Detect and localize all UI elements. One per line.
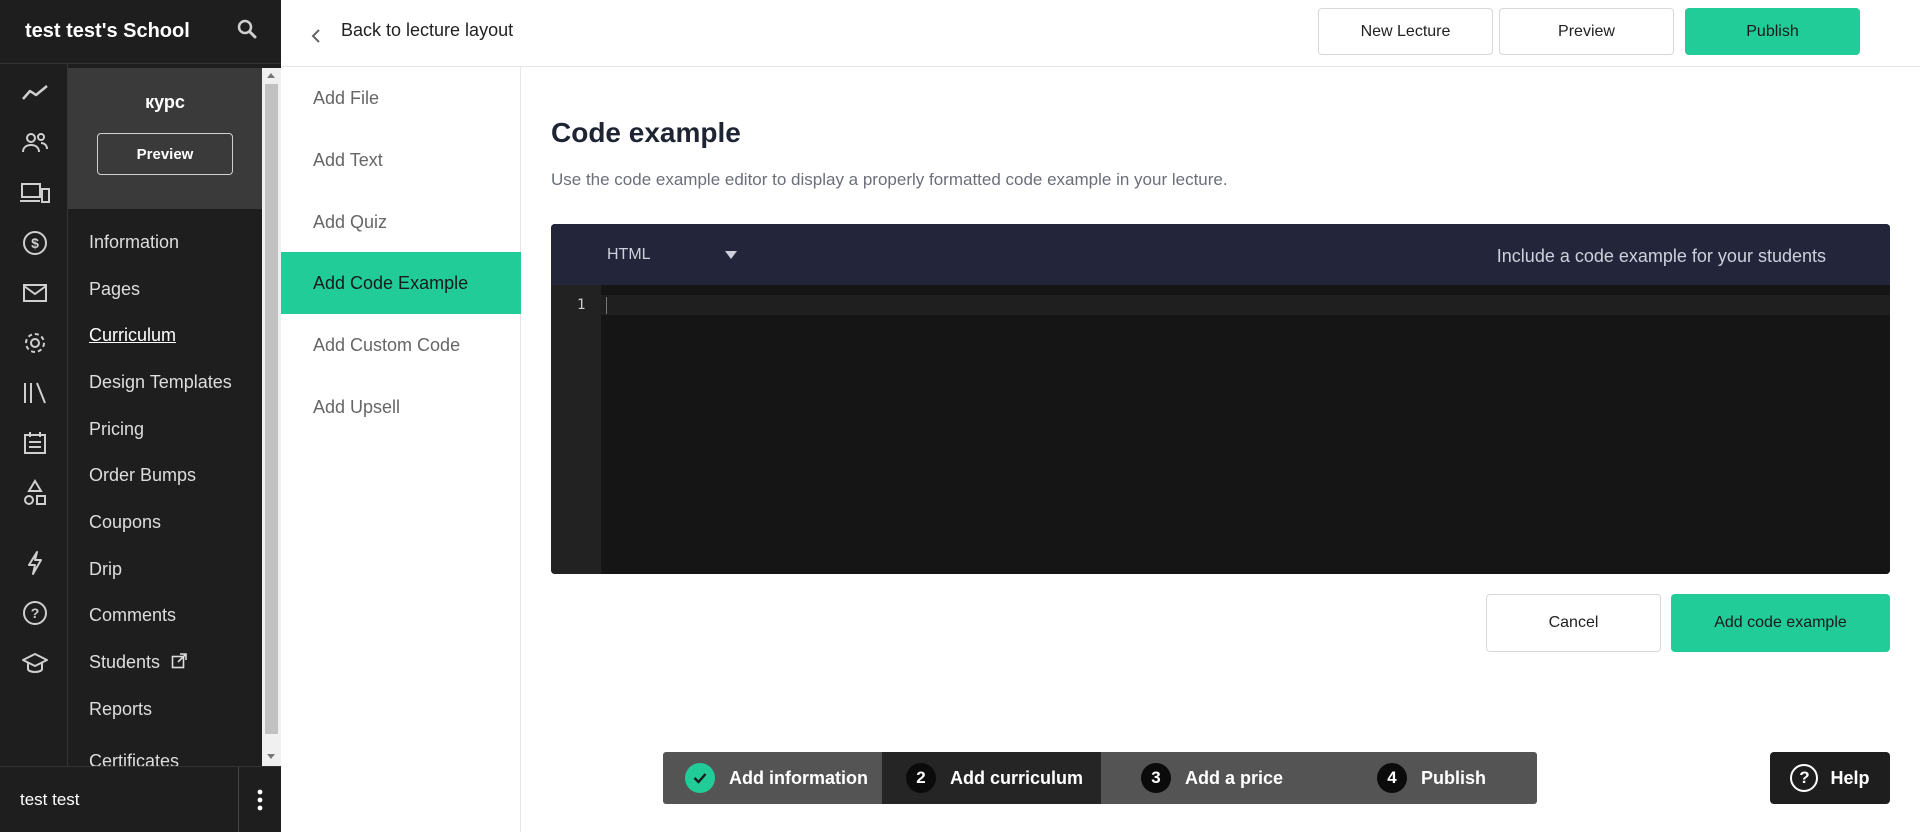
- sidebar-item-information[interactable]: Information: [89, 232, 179, 253]
- add-upsell-item[interactable]: Add Upsell: [281, 376, 521, 438]
- language-value: HTML: [607, 245, 651, 263]
- sidebar-item-curriculum[interactable]: Curriculum: [89, 325, 176, 346]
- dollar-icon[interactable]: $: [20, 228, 50, 258]
- school-bar: test test's School: [0, 0, 281, 64]
- step-label: Publish: [1421, 767, 1487, 788]
- user-bar: test test: [0, 766, 281, 832]
- line-gutter: 1: [551, 285, 601, 574]
- step-label: Add a price: [1185, 767, 1284, 788]
- course-title: курс: [145, 92, 185, 112]
- back-to-lecture-layout-link[interactable]: Back to lecture layout: [311, 16, 513, 44]
- code-editor: HTML Include a code example for your stu…: [551, 224, 1890, 574]
- svg-text:$: $: [31, 235, 39, 251]
- scroll-up-icon[interactable]: [267, 73, 275, 78]
- new-lecture-button[interactable]: New Lecture: [1318, 8, 1493, 55]
- main-content: Code example Use the code example editor…: [521, 67, 1920, 832]
- preview-button[interactable]: Preview: [1499, 8, 1674, 55]
- sidebar-item-students[interactable]: Students: [89, 652, 187, 673]
- scroll-thumb[interactable]: [265, 84, 278, 734]
- setup-stepper: Add information 2 Add curriculum 3 Add a…: [663, 752, 1537, 804]
- triangle-down-icon: [725, 250, 737, 259]
- sidebar-item-students-label: Students: [89, 652, 161, 672]
- code-input[interactable]: [601, 285, 1890, 574]
- school-name[interactable]: test test's School: [25, 20, 190, 43]
- language-select[interactable]: HTML: [607, 224, 737, 285]
- help-label: Help: [1830, 767, 1870, 788]
- help-circle-icon[interactable]: ?: [20, 598, 50, 628]
- add-custom-code-item[interactable]: Add Custom Code: [281, 314, 521, 376]
- sidebar-item-pages[interactable]: Pages: [89, 279, 140, 300]
- add-code-example-button[interactable]: Add code example: [1671, 594, 1890, 652]
- step-number: 3: [1141, 763, 1171, 793]
- lightning-icon[interactable]: [20, 548, 50, 578]
- text-caret: [606, 297, 607, 314]
- cancel-button[interactable]: Cancel: [1486, 594, 1661, 652]
- library-icon[interactable]: [20, 378, 50, 408]
- mail-icon[interactable]: [20, 278, 50, 308]
- devices-icon[interactable]: [20, 178, 50, 208]
- step-label: Add information: [729, 767, 868, 788]
- help-button[interactable]: ? Help: [1770, 752, 1890, 804]
- step-label: Add curriculum: [950, 767, 1084, 788]
- step-add-information[interactable]: Add information: [663, 752, 882, 804]
- active-line: [601, 295, 1890, 315]
- graduation-cap-icon[interactable]: [20, 648, 50, 678]
- course-card: курс Preview: [68, 68, 262, 209]
- question-icon: ?: [1790, 764, 1819, 792]
- users-icon[interactable]: [20, 128, 50, 158]
- editor-header: HTML Include a code example for your stu…: [551, 224, 1890, 285]
- course-preview-button[interactable]: Preview: [97, 133, 233, 175]
- step-add-a-price[interactable]: 3 Add a price: [1101, 752, 1335, 804]
- page-title: Code example: [551, 117, 741, 148]
- icon-rail: $ ?: [0, 64, 68, 766]
- sidebar-scrollbar[interactable]: [262, 68, 281, 766]
- sidebar-item-comments[interactable]: Comments: [89, 605, 176, 626]
- external-link-icon: [171, 653, 187, 669]
- kebab-menu-icon[interactable]: [238, 766, 281, 832]
- user-name[interactable]: test test: [0, 790, 238, 810]
- gear-icon[interactable]: [20, 328, 50, 358]
- header: Back to lecture layout New Lecture Previ…: [281, 0, 1920, 67]
- lecture-content-nav: Add File Add Text Add Quiz Add Code Exam…: [281, 67, 521, 832]
- sidebar-item-pricing[interactable]: Pricing: [89, 419, 144, 440]
- page-description: Use the code example editor to display a…: [551, 170, 1228, 189]
- line-number: 1: [577, 297, 586, 313]
- back-label: Back to lecture layout: [341, 19, 514, 40]
- sidebar: test test's School $ ? курс Preview Info…: [0, 0, 281, 832]
- sidebar-item-design-templates[interactable]: Design Templates: [89, 372, 232, 393]
- sidebar-item-drip[interactable]: Drip: [89, 559, 122, 580]
- publish-button[interactable]: Publish: [1685, 8, 1860, 55]
- step-publish[interactable]: 4 Publish: [1335, 752, 1537, 804]
- step-number: 4: [1377, 763, 1407, 793]
- add-code-example-item[interactable]: Add Code Example: [281, 252, 521, 314]
- sidebar-item-coupons[interactable]: Coupons: [89, 512, 161, 533]
- checkmark-icon: [685, 763, 715, 793]
- add-text-item[interactable]: Add Text: [281, 129, 521, 191]
- scroll-down-icon[interactable]: [267, 754, 275, 759]
- search-icon[interactable]: [237, 19, 257, 44]
- editor-hint: Include a code example for your students: [1496, 246, 1826, 266]
- sidebar-item-certificates[interactable]: Certificates: [89, 751, 179, 766]
- step-add-curriculum[interactable]: 2 Add curriculum: [882, 752, 1101, 804]
- shapes-icon[interactable]: [20, 478, 50, 508]
- svg-text:?: ?: [31, 605, 40, 621]
- calendar-icon[interactable]: [20, 428, 50, 458]
- step-number: 2: [906, 763, 936, 793]
- sidebar-item-reports[interactable]: Reports: [89, 699, 152, 720]
- analytics-icon[interactable]: [20, 78, 50, 108]
- add-file-item[interactable]: Add File: [281, 67, 521, 129]
- chevron-left-icon: [311, 29, 320, 43]
- add-quiz-item[interactable]: Add Quiz: [281, 191, 521, 253]
- course-sub-nav: курс Preview Information Pages Curriculu…: [68, 68, 262, 766]
- sidebar-item-order-bumps[interactable]: Order Bumps: [89, 465, 196, 486]
